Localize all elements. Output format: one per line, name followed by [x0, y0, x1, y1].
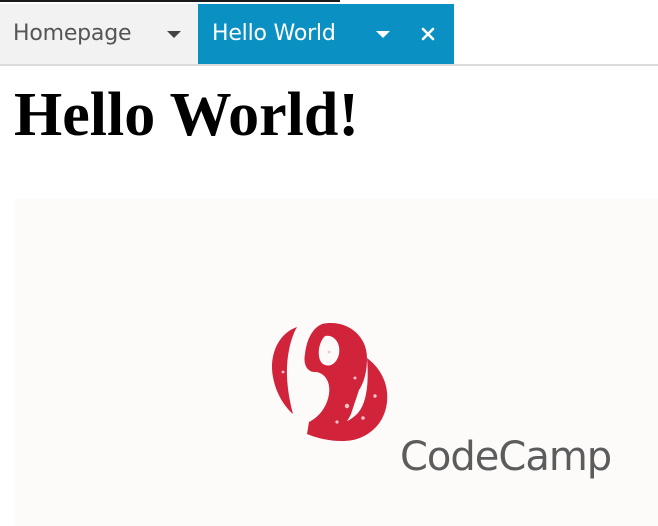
tab-bar-divider — [0, 64, 658, 66]
tab-homepage-label: Homepage — [13, 21, 132, 46]
tab-bar: Homepage Hello World — [0, 4, 658, 64]
codecamp-logo-image: CodeCamp — [15, 198, 658, 526]
close-icon[interactable] — [416, 22, 440, 46]
chevron-down-icon[interactable] — [376, 31, 390, 38]
codecamp-wordmark: CodeCamp — [400, 434, 612, 480]
top-edge-bar — [0, 0, 340, 2]
tab-hello-world[interactable]: Hello World — [198, 4, 454, 64]
chevron-down-icon[interactable] — [167, 31, 181, 38]
codecamp-p-mark-icon — [272, 323, 388, 442]
tab-hello-world-label: Hello World — [212, 21, 336, 46]
page-title: Hello World! — [14, 81, 360, 149]
tab-homepage[interactable]: Homepage — [0, 4, 198, 64]
